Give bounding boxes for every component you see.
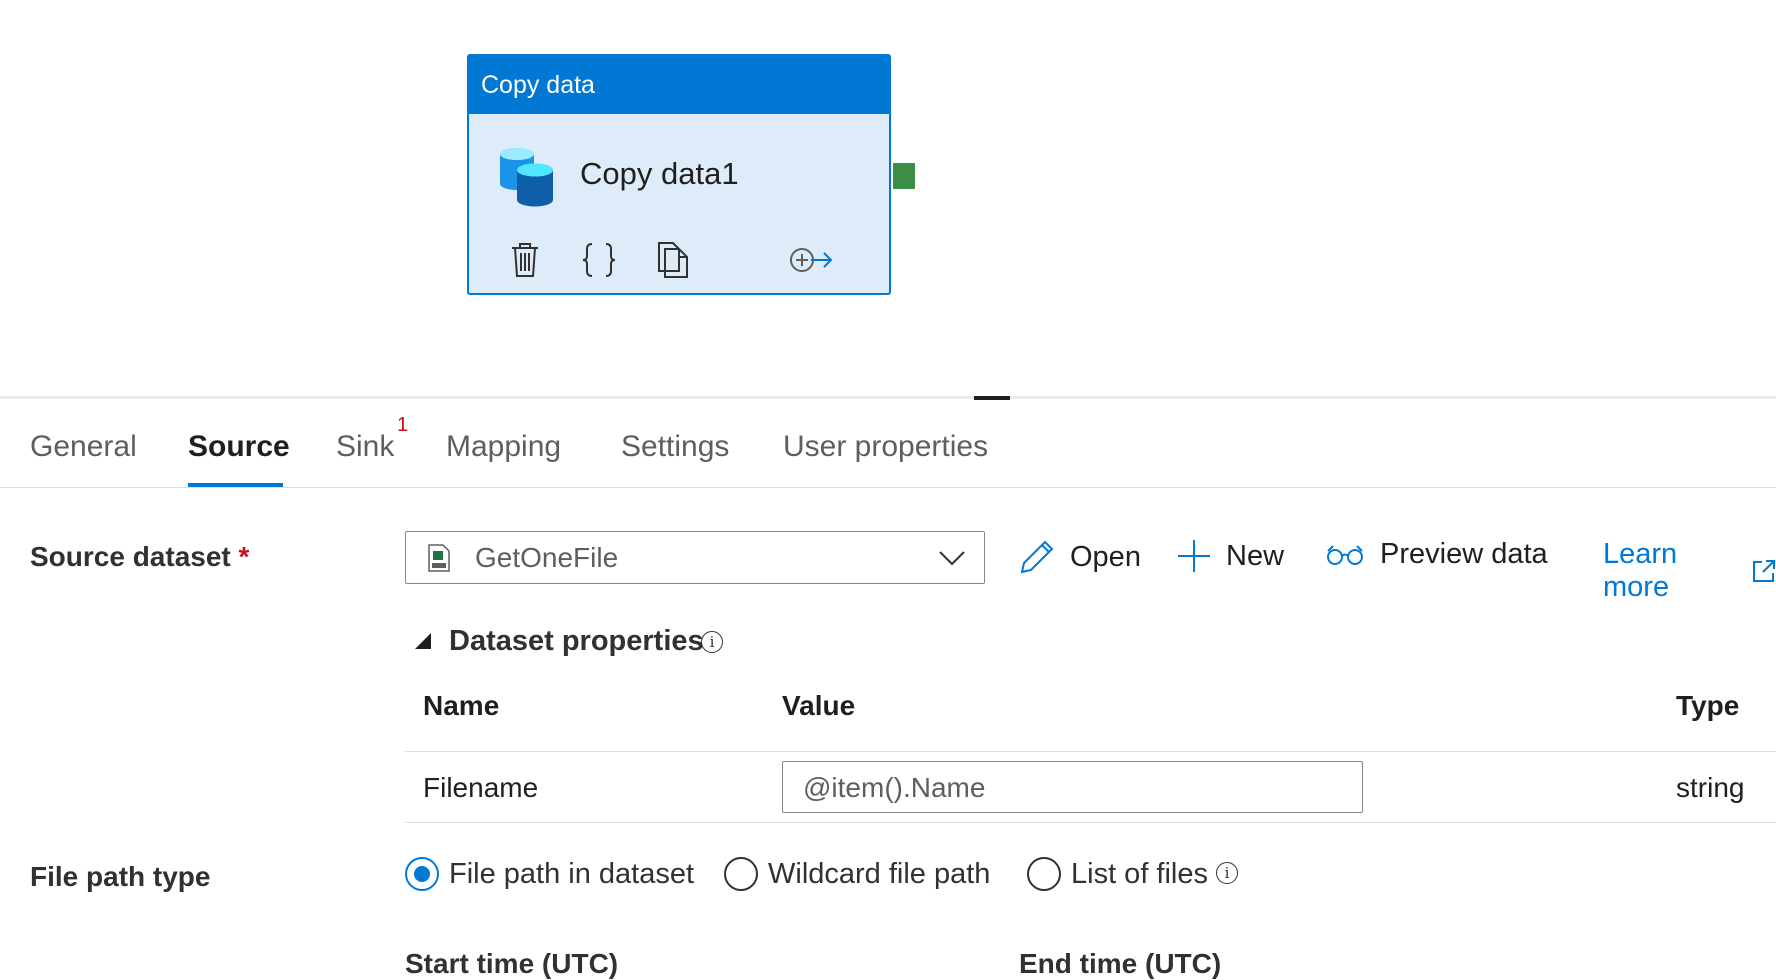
radio-label-list-of-files[interactable]: List of files <box>1071 858 1208 891</box>
file-path-type-label: File path type <box>30 861 211 892</box>
copy-icon[interactable] <box>651 238 695 282</box>
radio-label-file-path-in-dataset[interactable]: File path in dataset <box>449 858 694 891</box>
database-copy-icon <box>497 144 557 208</box>
preview-data-label: Preview data <box>1380 538 1548 570</box>
sink-error-badge: 1 <box>397 414 409 436</box>
chevron-down-icon <box>938 549 966 572</box>
tabs-divider <box>0 487 1776 488</box>
dataset-properties-title: Dataset properties <box>449 625 704 657</box>
source-dataset-select[interactable]: GetOneFile <box>405 531 985 584</box>
property-value-input[interactable]: @item().Name <box>782 761 1363 813</box>
tab-mapping[interactable]: Mapping <box>446 430 561 464</box>
tab-general[interactable]: General <box>30 430 137 464</box>
column-header-name: Name <box>423 690 500 721</box>
tab-user-properties[interactable]: User properties <box>783 430 988 464</box>
list-of-files-info-icon[interactable]: i <box>1216 862 1238 884</box>
end-time-label: End time (UTC) <box>1019 948 1222 979</box>
trash-icon[interactable] <box>505 238 545 282</box>
column-header-type: Type <box>1676 690 1740 721</box>
radio-wildcard-file-path[interactable] <box>724 857 758 891</box>
radio-file-path-in-dataset[interactable] <box>405 857 439 891</box>
property-value-text: @item().Name <box>803 772 986 803</box>
external-link-icon <box>1752 559 1776 583</box>
pencil-icon <box>1018 538 1056 576</box>
tab-sink[interactable]: Sink <box>336 430 394 464</box>
source-dataset-label: Source dataset * <box>30 541 249 573</box>
start-time-label: Start time (UTC) <box>405 948 619 979</box>
table-row-divider <box>405 822 1776 823</box>
table-header-divider <box>405 751 1776 752</box>
activity-type-header: Copy data <box>469 56 889 114</box>
radio-list-of-files[interactable] <box>1027 857 1061 891</box>
csv-file-icon <box>428 544 450 577</box>
glasses-icon <box>1326 543 1364 567</box>
success-output-port[interactable] <box>893 163 915 189</box>
preview-data-button[interactable]: Preview data <box>1326 538 1548 571</box>
required-marker: * <box>238 541 250 572</box>
add-output-arrow-icon[interactable] <box>787 238 837 282</box>
column-header-value: Value <box>782 690 856 721</box>
open-button-label: Open <box>1070 540 1141 573</box>
learn-more-label: Learn more <box>1603 538 1678 603</box>
property-type-cell: string <box>1676 772 1745 803</box>
splitter-grip[interactable] <box>974 396 1010 400</box>
plus-icon <box>1176 538 1212 574</box>
collapse-triangle-icon[interactable] <box>414 632 432 655</box>
new-button-label: New <box>1226 539 1285 572</box>
tab-source[interactable]: Source <box>188 430 290 464</box>
new-button[interactable]: New <box>1176 538 1284 574</box>
source-dataset-label-text: Source dataset <box>30 541 231 572</box>
tab-settings[interactable]: Settings <box>621 430 729 464</box>
radio-label-wildcard-file-path[interactable]: Wildcard file path <box>768 858 990 891</box>
code-braces-icon[interactable] <box>577 238 621 282</box>
info-icon[interactable]: i <box>701 631 723 653</box>
selected-dataset: GetOneFile <box>475 542 619 573</box>
open-button[interactable]: Open <box>1018 538 1141 576</box>
activity-name: Copy data1 <box>580 156 739 191</box>
panel-splitter <box>0 396 1776 399</box>
copy-data-activity[interactable]: Copy data Copy data1 <box>467 54 891 295</box>
property-name-cell: Filename <box>423 772 539 803</box>
learn-more-link[interactable]: Learn more <box>1603 538 1776 604</box>
